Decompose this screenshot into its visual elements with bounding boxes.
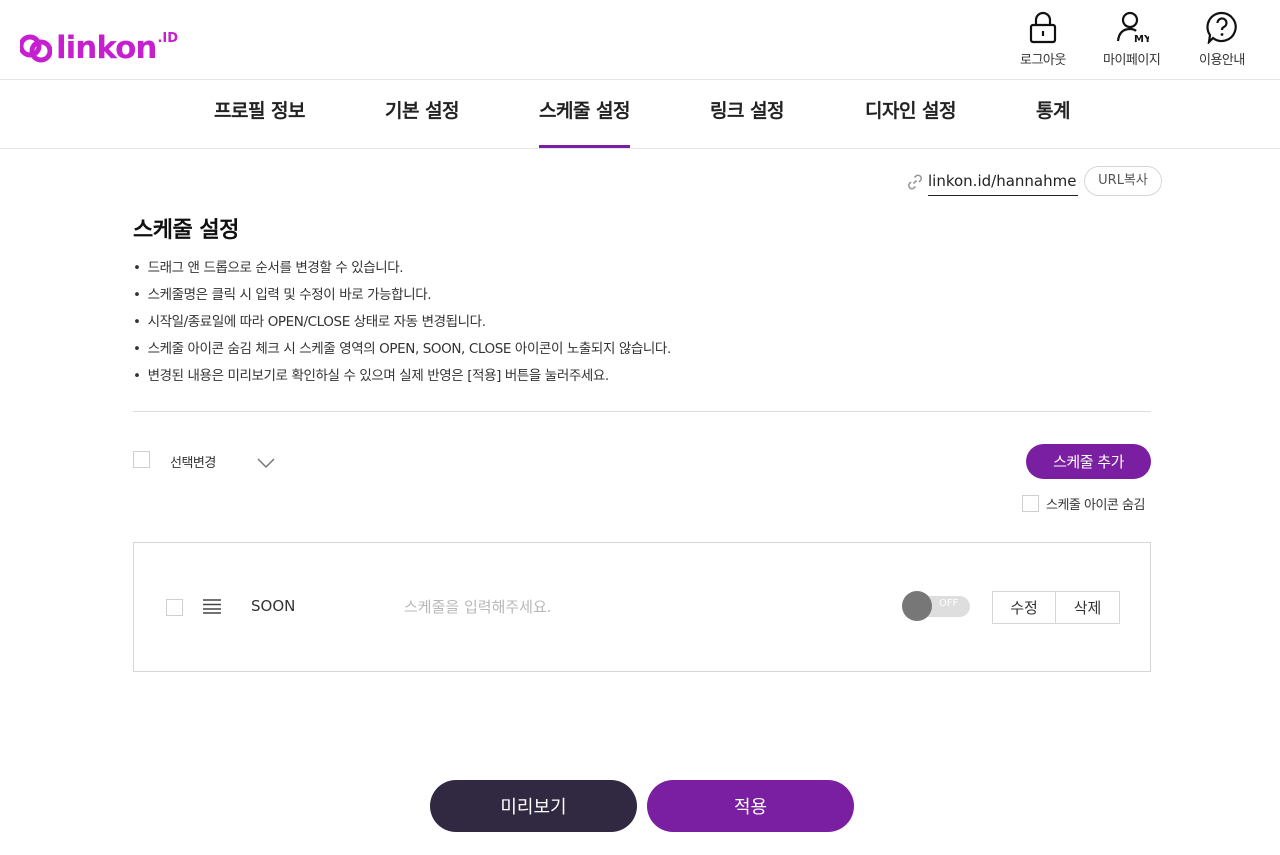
profile-url-link[interactable]: linkon.id/hannahme xyxy=(928,170,1079,196)
schedule-name-input[interactable] xyxy=(404,593,864,621)
tab-basic-settings[interactable]: 기본 설정 xyxy=(385,81,460,148)
info-note: 스케줄명은 클릭 시 입력 및 수정이 바로 가능합니다. xyxy=(133,285,671,312)
tab-profile[interactable]: 프로필 정보 xyxy=(214,81,306,148)
info-notes: 드래그 앤 드롭으로 순서를 변경할 수 있습니다. 스케줄명은 클릭 시 입력… xyxy=(133,258,672,393)
tab-design-settings[interactable]: 디자인 설정 xyxy=(865,81,957,148)
info-note: 변경된 내용은 미리보기로 확인하실 수 있으며 실제 반영은 [적용] 버튼을… xyxy=(133,366,671,393)
help-label: 이용안내 xyxy=(1199,53,1245,68)
delete-button[interactable]: 삭제 xyxy=(1056,591,1120,624)
logo-icon xyxy=(18,33,53,63)
help-button[interactable]: 이용안내 xyxy=(1199,10,1245,68)
user-my-icon: MY xyxy=(1115,10,1149,44)
mypage-label: 마이페이지 xyxy=(1103,53,1161,68)
edit-button[interactable]: 수정 xyxy=(992,591,1056,624)
logo-suffix: .ID xyxy=(157,30,179,46)
hide-schedule-icon-label: 스케줄 아이콘 숨김 xyxy=(1046,498,1145,513)
toggle-knob xyxy=(902,591,932,621)
tab-link-settings[interactable]: 링크 설정 xyxy=(710,81,785,148)
mypage-button[interactable]: MY 마이페이지 xyxy=(1103,10,1161,68)
chevron-down-icon[interactable] xyxy=(257,454,275,473)
logout-button[interactable]: 로그아웃 xyxy=(1020,10,1066,68)
lock-icon xyxy=(1027,10,1059,44)
tab-schedule-settings[interactable]: 스케줄 설정 xyxy=(539,81,631,148)
row-actions: 수정 삭제 xyxy=(992,591,1120,624)
schedule-toggle[interactable]: OFF xyxy=(902,591,972,621)
url-copy-button[interactable]: URL복사 xyxy=(1084,166,1162,196)
row-checkbox[interactable] xyxy=(166,599,183,616)
status-badge: SOON xyxy=(251,597,296,615)
page-title: 스케줄 설정 xyxy=(133,218,239,243)
divider xyxy=(133,411,1151,412)
svg-text:MY: MY xyxy=(1134,34,1149,44)
preview-button[interactable]: 미리보기 xyxy=(430,780,637,832)
info-note: 드래그 앤 드롭으로 순서를 변경할 수 있습니다. xyxy=(133,258,671,285)
main-nav: 프로필 정보 기본 설정 스케줄 설정 링크 설정 디자인 설정 통계 xyxy=(0,81,1280,149)
schedule-row[interactable]: SOON OFF 수정 삭제 xyxy=(133,542,1151,672)
toggle-state-label: OFF xyxy=(939,598,959,609)
apply-button[interactable]: 적용 xyxy=(647,780,854,832)
info-note: 시작일/종료일에 따라 OPEN/CLOSE 상태로 자동 변경됩니다. xyxy=(133,312,671,339)
hide-schedule-icon-checkbox[interactable] xyxy=(1022,495,1039,512)
drag-handle-icon[interactable] xyxy=(203,598,221,618)
select-all-checkbox[interactable] xyxy=(133,451,150,468)
info-note: 스케줄 아이콘 숨김 체크 시 스케줄 영역의 OPEN, SOON, CLOS… xyxy=(133,339,672,366)
link-icon xyxy=(906,173,924,195)
header: linkon .ID 로그아웃 MY 마이페이지 이용안내 xyxy=(0,0,1280,80)
add-schedule-button[interactable]: 스케줄 추가 xyxy=(1026,444,1151,479)
logo[interactable]: linkon .ID xyxy=(18,30,179,66)
help-icon xyxy=(1205,10,1239,44)
logo-text: linkon xyxy=(56,30,157,66)
tab-statistics[interactable]: 통계 xyxy=(1036,81,1070,148)
bulk-change-label: 선택변경 xyxy=(170,456,216,471)
logout-label: 로그아웃 xyxy=(1020,53,1066,68)
